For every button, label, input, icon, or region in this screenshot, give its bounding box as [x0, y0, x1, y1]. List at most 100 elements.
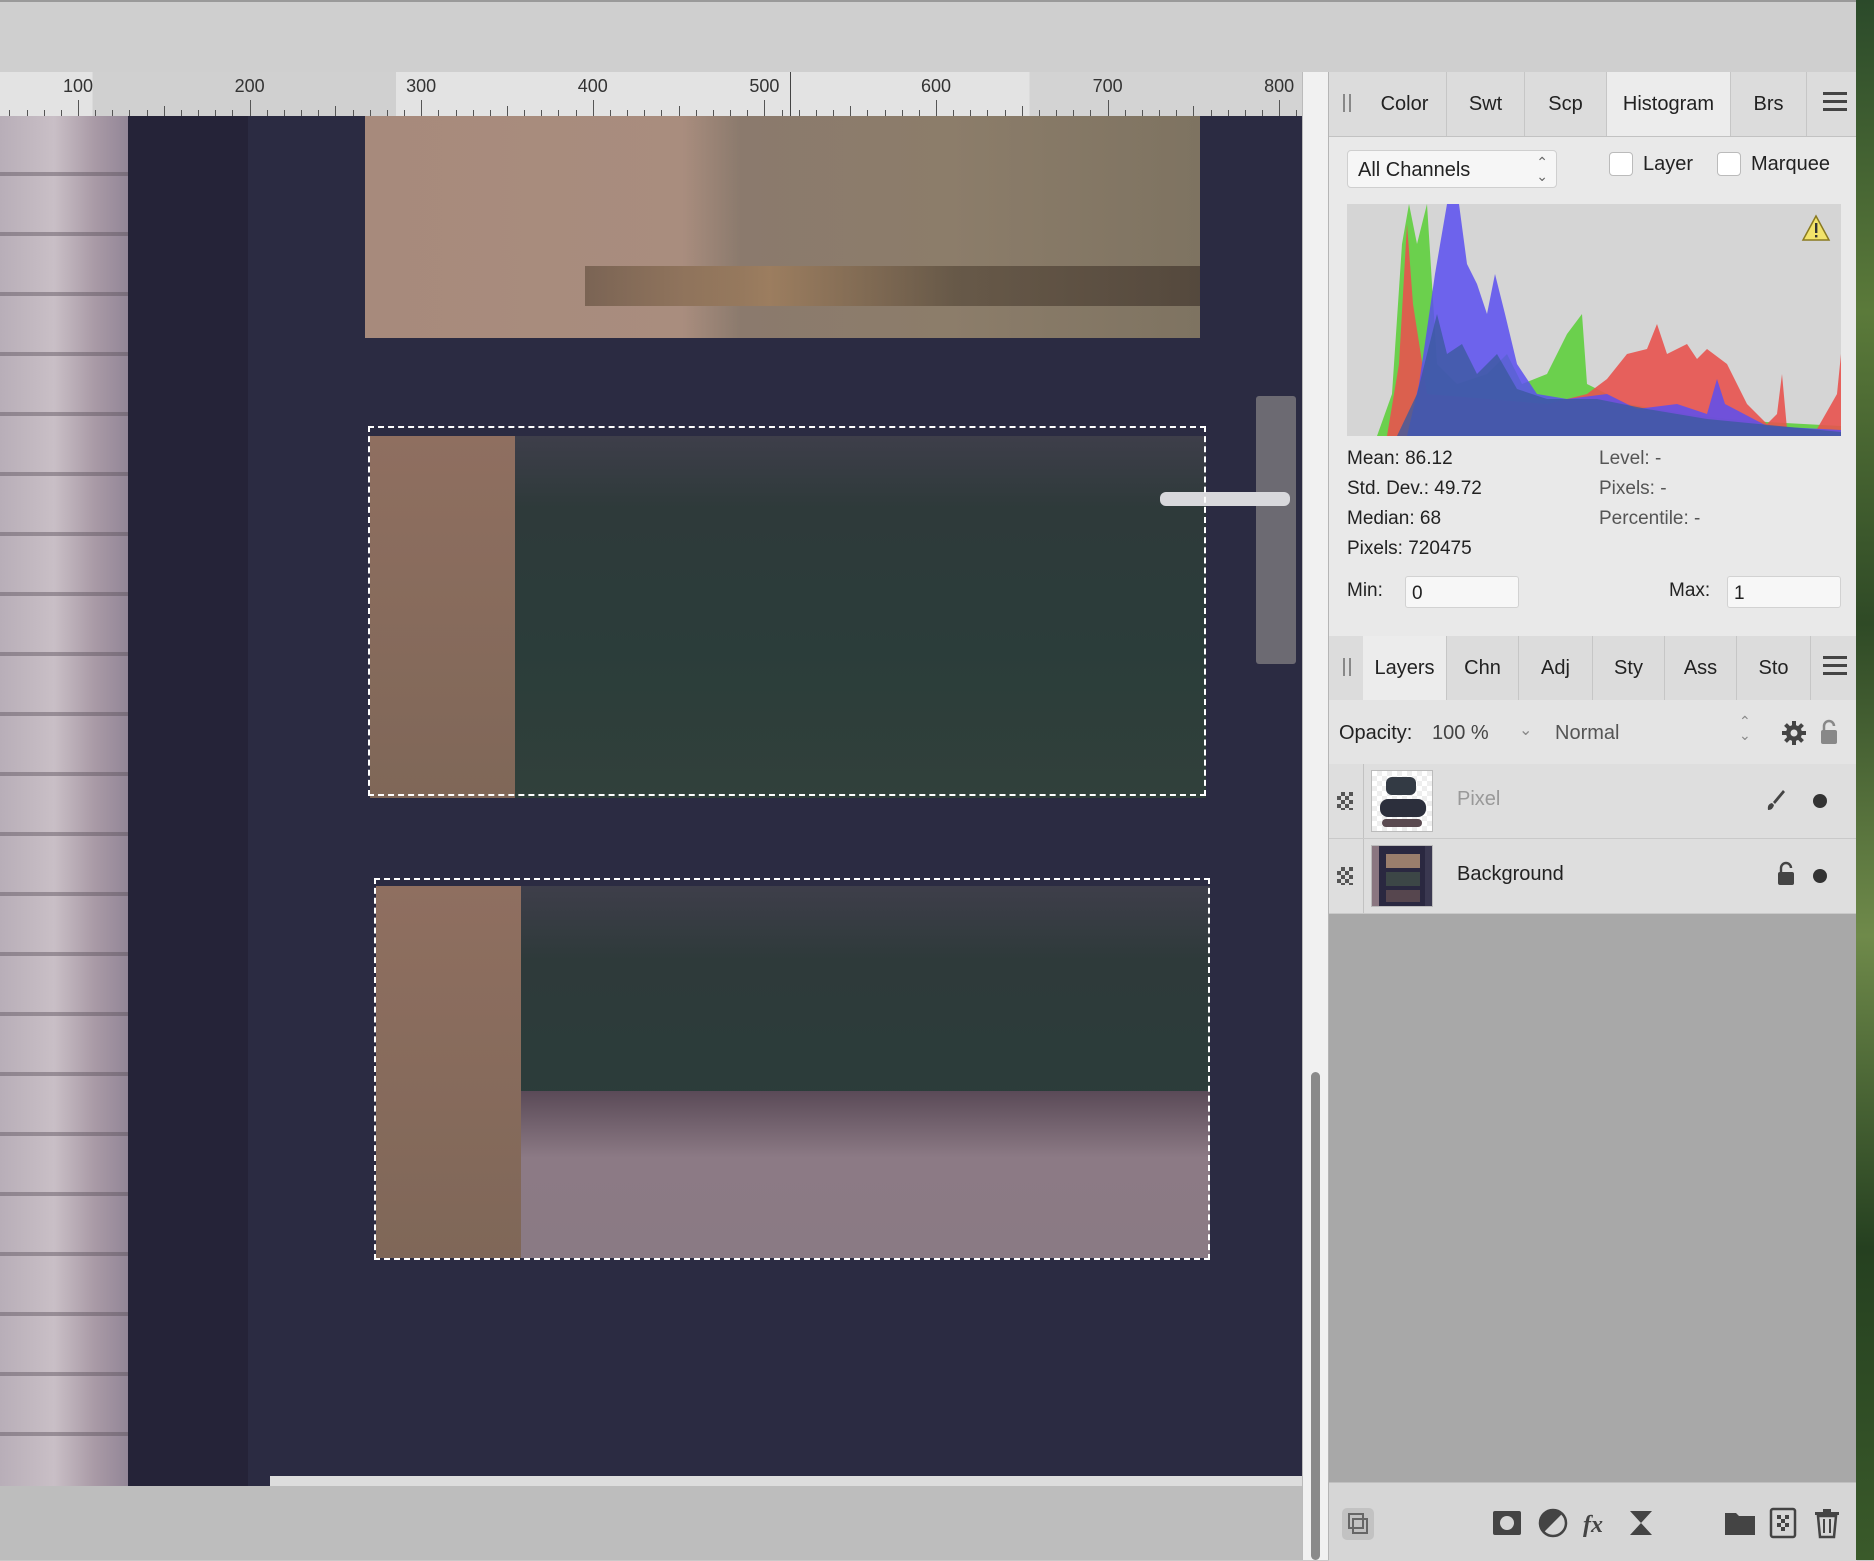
- stat-median: Median: 68: [1347, 508, 1442, 529]
- upper-glass-panel: [365, 116, 1200, 338]
- selection-marquee[interactable]: [368, 426, 1206, 796]
- ruler-tick: [507, 106, 508, 116]
- add-pixel-layer-icon[interactable]: [1769, 1507, 1797, 1539]
- tab-styles[interactable]: Sty: [1593, 636, 1665, 700]
- mask-layer-icon[interactable]: [1491, 1507, 1523, 1539]
- folder-icon[interactable]: [1723, 1507, 1757, 1539]
- tab-brushes[interactable]: Brs: [1731, 72, 1807, 136]
- layers-tabbar: Layers Chn Adj Sty Ass Sto: [1329, 636, 1857, 701]
- tab-color[interactable]: Color: [1363, 72, 1447, 136]
- ruler-tick: [592, 100, 594, 116]
- marquee-checkbox[interactable]: Marquee: [1717, 152, 1830, 176]
- document-canvas[interactable]: [0, 116, 1302, 1486]
- ruler-label: 700: [1092, 76, 1123, 96]
- layer-drag-handle-icon[interactable]: [1337, 792, 1353, 810]
- panel-grip-icon[interactable]: [1343, 94, 1351, 112]
- max-field[interactable]: 1: [1727, 576, 1841, 608]
- tab-channels[interactable]: Chn: [1447, 636, 1519, 700]
- ruler-tick: [850, 106, 852, 116]
- tab-scope[interactable]: Scp: [1525, 72, 1607, 136]
- selection-marquee[interactable]: [374, 878, 1210, 1260]
- blend-mode-select[interactable]: Normal: [1555, 722, 1619, 745]
- opacity-value[interactable]: 100 %: [1432, 722, 1489, 745]
- ruler-tick: [78, 100, 79, 116]
- stat-std-dev: Std. Dev.: 49.72: [1347, 478, 1482, 499]
- channel-select-value: All Channels: [1358, 159, 1471, 181]
- layer-row-pixel[interactable]: Pixel: [1329, 764, 1857, 839]
- tab-stock[interactable]: Sto: [1737, 636, 1811, 700]
- gear-icon[interactable]: [1781, 720, 1807, 746]
- ruler-tick: [936, 100, 937, 116]
- histogram-svg: [1347, 204, 1841, 436]
- thumbnail-shape: [1380, 799, 1426, 817]
- thumbnail-shape: [1386, 890, 1420, 902]
- ruler-label: 300: [406, 76, 437, 96]
- ruler-cursor-marker: [790, 72, 791, 116]
- updown-chevron-icon[interactable]: ⌃ ⌄: [1739, 714, 1751, 742]
- scrollbar-thumb[interactable]: [1311, 1072, 1320, 1560]
- vertical-scrollbar[interactable]: [1302, 72, 1329, 1560]
- door-frame: [128, 116, 248, 1486]
- opacity-label: Opacity:: [1339, 722, 1413, 744]
- layer-checkbox-label: Layer: [1643, 152, 1694, 175]
- panel-menu-icon[interactable]: [1823, 656, 1847, 676]
- canvas-background: [0, 1486, 1302, 1560]
- min-field[interactable]: 0: [1405, 576, 1519, 608]
- lock-icon[interactable]: [1777, 861, 1795, 887]
- brush-icon[interactable]: [1765, 788, 1787, 812]
- thumbnail-shape: [1386, 872, 1420, 886]
- tab-layers[interactable]: Layers: [1363, 636, 1447, 700]
- ruler-tick: [1107, 100, 1109, 116]
- layer-name[interactable]: Pixel: [1457, 788, 1500, 811]
- right-studio-panel: Color Swt Scp Histogram Brs All Channels…: [1328, 72, 1857, 1561]
- ruler-label: 600: [920, 76, 952, 96]
- svg-text:fx: fx: [1583, 1512, 1603, 1538]
- checkbox-box[interactable]: [1609, 152, 1633, 176]
- tab-assets[interactable]: Ass: [1665, 636, 1737, 700]
- layer-thumbnail: [1371, 845, 1433, 907]
- ruler-label: 400: [577, 76, 608, 96]
- ruler-label: 200: [234, 76, 265, 96]
- visibility-dot-icon[interactable]: [1813, 794, 1827, 808]
- lock-icon[interactable]: [1819, 718, 1839, 746]
- stat-pixels: Pixels: 720475: [1347, 538, 1472, 559]
- layer-name[interactable]: Background: [1457, 863, 1564, 886]
- row-divider: [1363, 764, 1364, 838]
- warning-icon[interactable]: [1801, 214, 1831, 242]
- tab-swatches[interactable]: Swt: [1447, 72, 1525, 136]
- layer-options-icon[interactable]: [1341, 1507, 1375, 1541]
- ruler-tick: [678, 106, 680, 116]
- ruler-tick: [421, 100, 423, 116]
- checkbox-box[interactable]: [1717, 152, 1741, 176]
- ruler-tick: [249, 100, 251, 116]
- layer-row-background[interactable]: Background: [1329, 839, 1857, 914]
- ruler-label: 100: [62, 76, 94, 96]
- ruler-tick: [1279, 100, 1281, 116]
- panel-menu-icon[interactable]: [1823, 92, 1847, 112]
- fx-icon[interactable]: fx: [1581, 1507, 1613, 1539]
- trash-icon[interactable]: [1813, 1507, 1841, 1539]
- histogram-graph: [1347, 204, 1841, 436]
- panel-grip-icon[interactable]: [1343, 658, 1351, 676]
- tab-adjustments[interactable]: Adj: [1519, 636, 1593, 700]
- layer-checkbox[interactable]: Layer: [1609, 152, 1693, 176]
- background-window-edge: [1856, 0, 1874, 1560]
- channel-select[interactable]: All Channels ⌃ ⌄: [1347, 150, 1557, 188]
- layer-options-row: Opacity: 100 % ⌄ Normal ⌃ ⌄: [1329, 700, 1857, 765]
- live-filter-icon[interactable]: [1625, 1507, 1657, 1539]
- histogram-tabbar: Color Swt Scp Histogram Brs: [1329, 72, 1857, 137]
- marquee-checkbox-label: Marquee: [1751, 152, 1830, 175]
- layer-thumbnail: [1371, 770, 1433, 832]
- layers-list: Pixel Background: [1329, 764, 1857, 1544]
- stat-percentile: Percentile: -: [1599, 508, 1701, 529]
- ruler-tick: [163, 106, 165, 116]
- layers-bottom-toolbar: fx: [1329, 1482, 1857, 1561]
- ruler-tick: [335, 106, 337, 116]
- chevron-down-icon[interactable]: ⌄: [1519, 720, 1532, 740]
- door-handle-plate: [1256, 396, 1296, 664]
- layer-drag-handle-icon[interactable]: [1337, 867, 1353, 885]
- tab-histogram[interactable]: Histogram: [1607, 72, 1731, 136]
- adjustment-layer-icon[interactable]: [1537, 1507, 1569, 1539]
- visibility-dot-icon[interactable]: [1813, 869, 1827, 883]
- thumbnail-shape: [1386, 854, 1420, 868]
